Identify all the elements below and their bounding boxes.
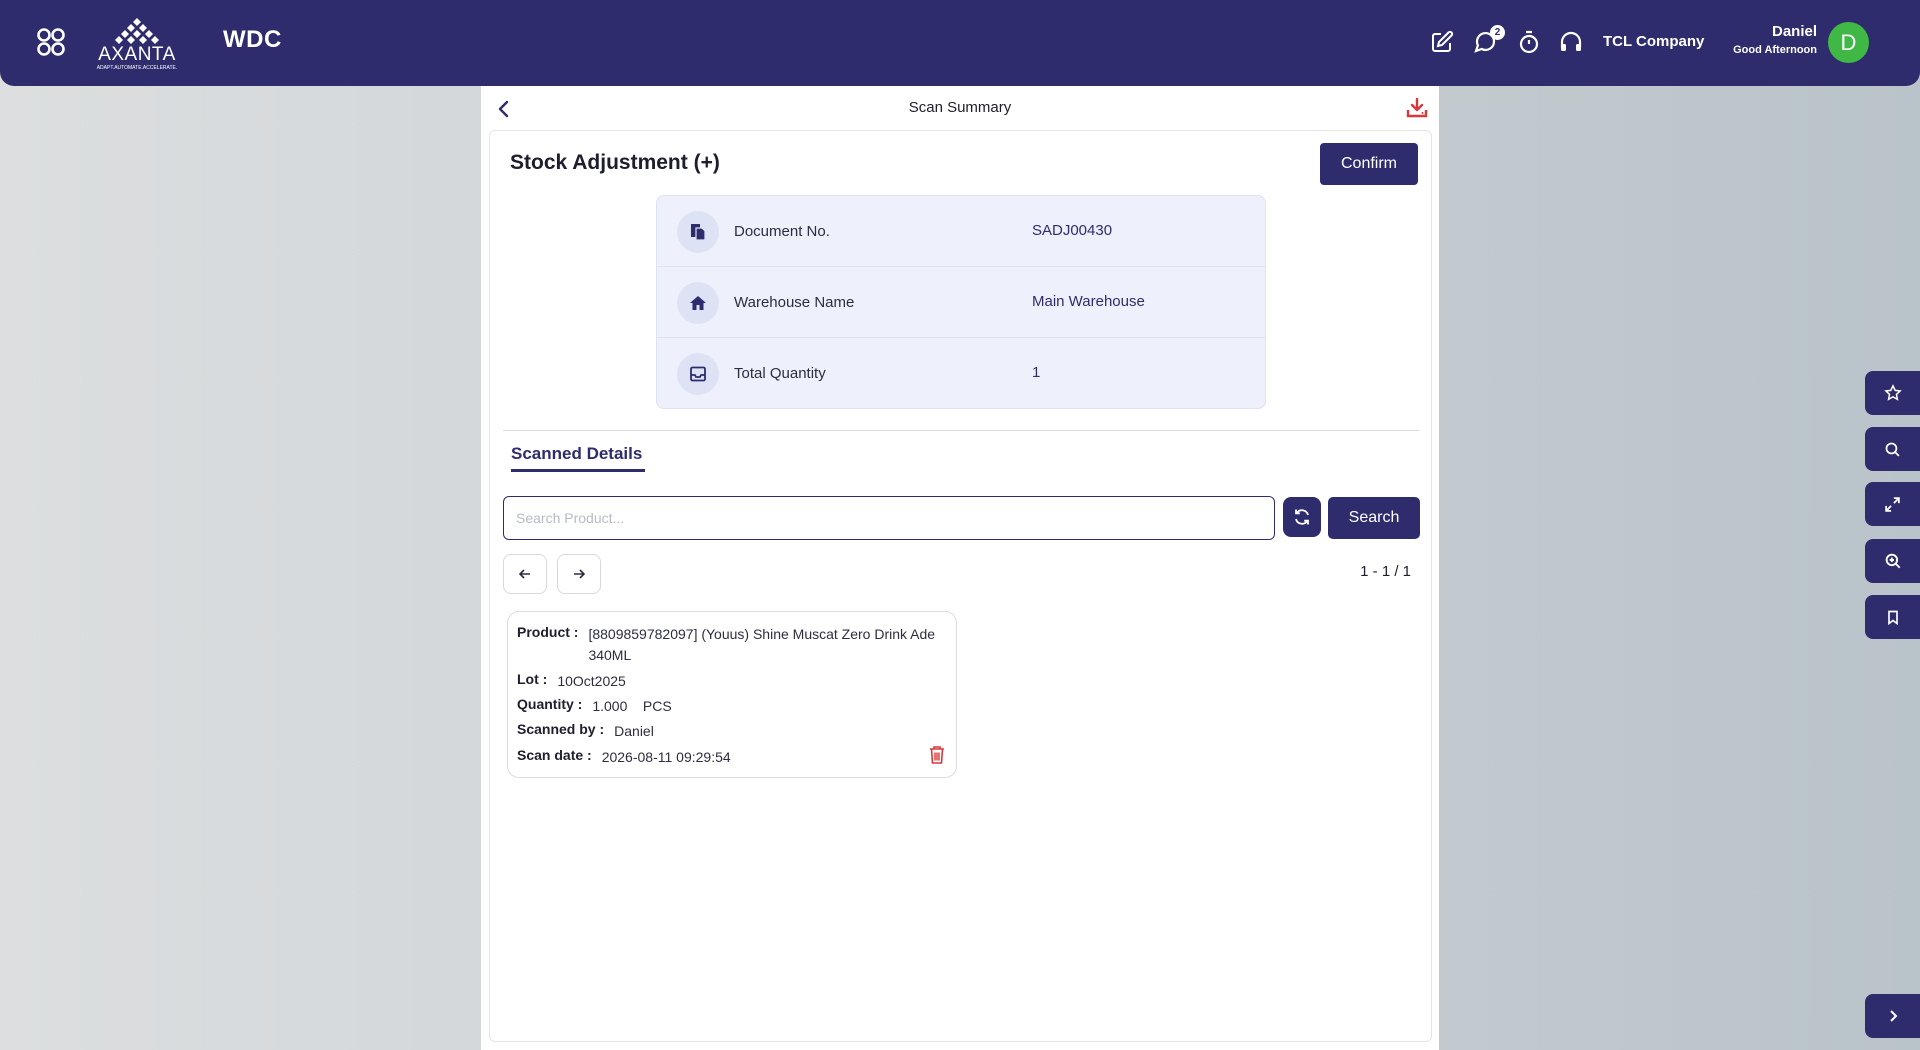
scan-date-value: 2026-08-11 09:29:54 bbox=[601, 749, 731, 765]
next-page-button[interactable] bbox=[557, 554, 601, 594]
info-row-total-quantity: Total Quantity 1 bbox=[657, 338, 1265, 408]
info-value: SADJ00430 bbox=[1032, 222, 1113, 239]
info-label: Total Quantity bbox=[734, 365, 826, 382]
document-info-card: Document No. SADJ00430 Warehouse Name Ma… bbox=[656, 195, 1266, 409]
arrow-right-icon bbox=[574, 569, 586, 579]
top-bar: AXANTA ADAPT.AUTOMATE.ACCELERATE. WDC 2 … bbox=[0, 0, 1920, 86]
search-icon bbox=[1885, 442, 1900, 457]
app-name: WDC bbox=[223, 26, 282, 53]
confirm-button[interactable]: Confirm bbox=[1320, 143, 1418, 185]
document-icon bbox=[677, 211, 719, 253]
headset-support-icon[interactable] bbox=[1559, 30, 1583, 54]
chevron-right-icon bbox=[1889, 1010, 1897, 1022]
arrow-left-icon bbox=[518, 569, 530, 579]
fullscreen-tool-button[interactable] bbox=[1865, 482, 1920, 526]
scan-date-key: Scan date : bbox=[517, 747, 592, 763]
user-greeting: Good Afternoon bbox=[1733, 44, 1817, 56]
info-value: Main Warehouse bbox=[1032, 293, 1145, 310]
lot-key: Lot : bbox=[517, 671, 548, 687]
quantity-key: Quantity : bbox=[517, 696, 583, 712]
product-value: [8809859782097] (Youus) Shine Muscat Zer… bbox=[588, 626, 936, 663]
logo-tagline: ADAPT.AUTOMATE.ACCELERATE. bbox=[96, 65, 178, 71]
scan-summary-panel: Scan Summary Stock Adjustment (+) Confir… bbox=[481, 86, 1439, 1050]
star-icon bbox=[1883, 384, 1902, 401]
card-product: Product : [8809859782097] (Youus) Shine … bbox=[517, 624, 943, 666]
messages-button[interactable]: 2 bbox=[1473, 25, 1505, 54]
pagination-info: 1 - 1 / 1 bbox=[1360, 563, 1411, 580]
apps-grid-icon[interactable] bbox=[36, 27, 66, 57]
favorite-tool-button[interactable] bbox=[1865, 371, 1920, 415]
section-divider bbox=[503, 430, 1419, 431]
download-icon[interactable] bbox=[1405, 96, 1429, 120]
scanned-by-key: Scanned by : bbox=[517, 721, 605, 737]
product-key: Product : bbox=[517, 624, 579, 640]
delete-trash-icon[interactable] bbox=[928, 745, 946, 765]
refresh-icon bbox=[1295, 509, 1309, 525]
edit-icon[interactable] bbox=[1430, 30, 1454, 54]
bookmark-tool-button[interactable] bbox=[1865, 595, 1920, 639]
info-row-warehouse: Warehouse Name Main Warehouse bbox=[657, 267, 1265, 338]
user-info[interactable]: Daniel Good Afternoon bbox=[1733, 23, 1817, 56]
zoom-in-icon bbox=[1885, 553, 1900, 569]
scanned-item-card: Product : [8809859782097] (Youus) Shine … bbox=[507, 611, 957, 778]
lot-value: 10Oct2025 bbox=[557, 673, 626, 689]
timer-icon[interactable] bbox=[1517, 30, 1541, 54]
card-quantity: Quantity : 1.000 PCS bbox=[517, 696, 672, 717]
user-name: Daniel bbox=[1771, 23, 1817, 40]
expand-icon bbox=[1885, 496, 1900, 512]
tab-scanned-details[interactable]: Scanned Details bbox=[511, 444, 646, 472]
prev-page-button[interactable] bbox=[503, 554, 547, 594]
avatar[interactable]: D bbox=[1828, 22, 1869, 63]
info-value: 1 bbox=[1032, 364, 1041, 381]
panel-header: Scan Summary bbox=[481, 86, 1439, 130]
company-name[interactable]: TCL Company bbox=[1603, 33, 1704, 50]
scanned-by-value: Daniel bbox=[614, 723, 654, 739]
home-icon bbox=[677, 282, 719, 324]
search-tool-button[interactable] bbox=[1865, 427, 1920, 471]
info-row-document-no: Document No. SADJ00430 bbox=[657, 196, 1265, 267]
document-title: Stock Adjustment (+) bbox=[510, 151, 720, 174]
card-lot: Lot : 10Oct2025 bbox=[517, 671, 626, 692]
card-scan-date: Scan date : 2026-08-11 09:29:54 bbox=[517, 747, 731, 768]
refresh-button[interactable] bbox=[1283, 497, 1321, 537]
info-label: Document No. bbox=[734, 223, 830, 240]
notification-badge: 2 bbox=[1490, 25, 1505, 40]
inbox-icon bbox=[677, 353, 719, 395]
summary-content: Stock Adjustment (+) Confirm Document No… bbox=[489, 130, 1432, 1042]
search-button[interactable]: Search bbox=[1328, 497, 1420, 539]
search-product-input[interactable] bbox=[503, 496, 1275, 540]
bookmark-icon bbox=[1887, 610, 1898, 625]
zoom-tool-button[interactable] bbox=[1865, 539, 1920, 583]
page-title: Scan Summary bbox=[908, 99, 1012, 116]
logo-text: AXANTA bbox=[98, 44, 176, 65]
axanta-logo[interactable]: AXANTA ADAPT.AUTOMATE.ACCELERATE. bbox=[92, 16, 182, 72]
info-label: Warehouse Name bbox=[734, 294, 855, 311]
card-scanned-by: Scanned by : Daniel bbox=[517, 721, 654, 742]
expand-panel-button[interactable] bbox=[1865, 994, 1920, 1038]
quantity-value: 1.000 PCS bbox=[592, 698, 672, 714]
